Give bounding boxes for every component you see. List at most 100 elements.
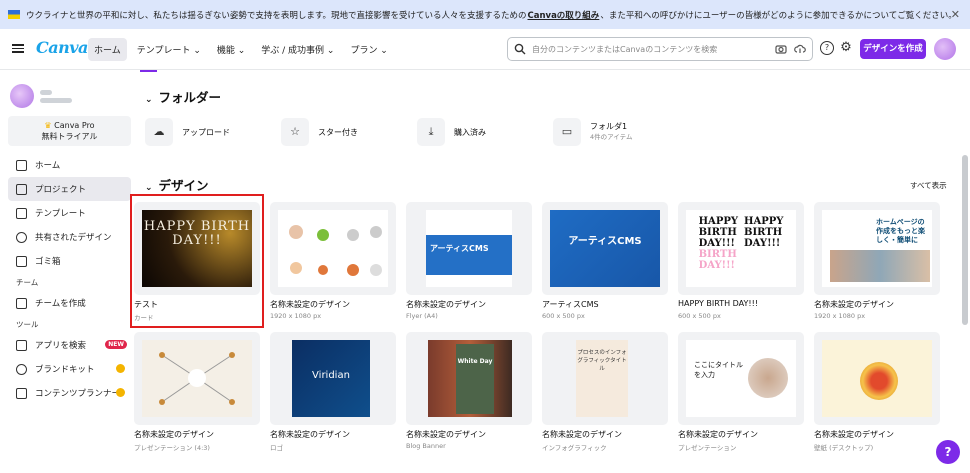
sidebar: ♛ Canva Pro 無料トライアル ホーム プロジェクト テンプレート 共有…: [0, 70, 140, 473]
see-all-link[interactable]: すべて表示: [910, 180, 947, 191]
design-type: 1920 x 1080 px: [270, 312, 322, 320]
folder-icon: [16, 183, 27, 195]
folder-label: 購入済み: [454, 127, 486, 137]
design-type: 壁紙 (デスクトップ): [814, 444, 874, 452]
template-icon: [16, 207, 27, 219]
search-icon: [514, 43, 526, 55]
active-tab-indicator: [140, 70, 157, 72]
folder-count: 4件のアイテム: [590, 133, 633, 141]
banner-close-icon[interactable]: ✕: [951, 8, 960, 21]
design-thumbnail: アーティスCMS: [542, 202, 668, 295]
canva-logo[interactable]: Canva: [36, 38, 88, 57]
design-type: Blog Banner: [406, 442, 446, 450]
download-icon: ⤓: [417, 118, 445, 146]
settings-icon[interactable]: ⚙: [839, 41, 853, 55]
folder-label: フォルダ1: [590, 122, 628, 131]
pro-trial-button[interactable]: ♛ Canva Pro 無料トライアル: [8, 116, 131, 146]
design-title: 名称未設定のデザイン: [542, 430, 622, 439]
sidebar-item-label: 共有されたデザイン: [35, 233, 112, 243]
sidebar-item-label: コンテンツプランナー: [35, 389, 121, 399]
tools-section-label: ツール: [16, 320, 39, 329]
people-icon: [16, 231, 27, 243]
sidebar-item-shared[interactable]: 共有されたデザイン: [8, 225, 131, 249]
chevron-down-icon: ⌄: [145, 183, 153, 193]
design-title: 名称未設定のデザイン: [814, 300, 894, 309]
brand-kit-icon: [16, 363, 27, 375]
top-bar: Canva ホーム テンプレート ⌄ 機能 ⌄ 学ぶ / 成功事例 ⌄ プラン …: [0, 29, 970, 70]
sidebar-item-label: チームを作成: [35, 299, 86, 309]
design-title: HAPPY BIRTH DAY!!!: [678, 299, 759, 308]
thumb-text: プロセスのインフォグラフィックタイトル: [576, 340, 628, 417]
nav-features[interactable]: 機能 ⌄: [211, 38, 251, 61]
avatar[interactable]: [934, 38, 956, 60]
crown-icon: [116, 364, 125, 373]
design-type: プレゼンテーション (4:3): [134, 444, 210, 452]
camera-icon[interactable]: [775, 43, 787, 55]
thumb-text: White Day: [456, 344, 494, 414]
sidebar-item-brand-kit[interactable]: ブランドキット: [8, 357, 131, 381]
account-switcher[interactable]: [10, 84, 72, 108]
banner-text-before: ウクライナと世界の平和に対し、私たちは揺るぎない姿勢で支持を表明します。現地で直…: [26, 10, 527, 21]
folder-purchased[interactable]: ⤓ 購入済み: [417, 116, 553, 148]
thumb-text: アーティスCMS: [550, 210, 660, 287]
sidebar-item-label: プロジェクト: [35, 185, 87, 195]
design-title: 名称未設定のデザイン: [134, 430, 214, 439]
sidebar-item-label: テンプレート: [35, 209, 86, 219]
help-fab-button[interactable]: ?: [936, 440, 960, 464]
designs-heading[interactable]: ⌄ デザイン: [145, 175, 209, 194]
design-type: プレゼンテーション: [678, 444, 737, 452]
design-type: カード: [134, 314, 154, 322]
design-thumbnail: ホームページの作成をもっと楽しく・簡単に: [814, 202, 940, 295]
design-type: Flyer (A4): [406, 312, 438, 320]
thumb-text: Viridian: [292, 340, 370, 417]
pizza-thumbnail: [822, 340, 932, 417]
team-icon: [16, 297, 27, 309]
design-thumbnail: ここにタイトルを入力: [678, 332, 804, 425]
design-type: ロゴ: [270, 444, 283, 452]
star-icon: ☆: [281, 118, 309, 146]
sidebar-item-trash[interactable]: ゴミ箱: [8, 249, 131, 273]
sidebar-item-projects[interactable]: プロジェクト: [8, 177, 131, 201]
folder-uploads[interactable]: ☁ アップロード: [145, 116, 281, 148]
design-thumbnail: HAPPY BIRTH DAY!!!: [134, 202, 260, 295]
search-input[interactable]: 自分のコンテンツまたはCanvaのコンテンツを検索: [532, 44, 717, 55]
upload-cloud-icon[interactable]: [794, 43, 806, 55]
folders-heading[interactable]: ⌄ フォルダー: [145, 87, 221, 106]
home-icon: [16, 159, 27, 171]
folder-folder1[interactable]: ▭ フォルダ1 4件のアイテム: [553, 116, 689, 148]
nav-home[interactable]: ホーム: [88, 38, 127, 61]
crown-icon: ♛: [44, 121, 52, 130]
create-design-button[interactable]: デザインを作成: [860, 39, 926, 59]
sidebar-item-apps[interactable]: アプリを検索 NEW: [8, 333, 131, 357]
thumb-text: HAPPY BIRTH DAY!!!: [142, 210, 252, 287]
mind-map-thumbnail: [142, 340, 252, 417]
scrollbar[interactable]: [962, 155, 968, 325]
sidebar-menu: ホーム プロジェクト テンプレート 共有されたデザイン ゴミ箱 チーム チームを…: [8, 153, 131, 405]
menu-icon[interactable]: [12, 42, 24, 54]
folder-icon: ▭: [553, 118, 581, 146]
help-icon[interactable]: ?: [820, 41, 834, 55]
nav-plans[interactable]: プラン ⌄: [344, 38, 393, 61]
design-thumbnail: HAPPY BIRTH DAY!!! BIRTH DAY!!! HAPPY BIRTH DAY…: [678, 202, 804, 295]
sidebar-item-home[interactable]: ホーム: [8, 153, 131, 177]
design-thumbnail: White Day: [406, 332, 532, 425]
sidebar-item-templates[interactable]: テンプレート: [8, 201, 131, 225]
design-title: テスト: [134, 300, 158, 309]
person-photo: [748, 358, 788, 398]
nav-templates[interactable]: テンプレート ⌄: [131, 38, 207, 61]
nav-learn[interactable]: 学ぶ / 成功事例 ⌄: [255, 38, 340, 61]
banner-text-after: 、また平和への呼びかけにユーザーの皆様がどのように参加できるかについてご覧くださ…: [600, 10, 957, 21]
folder-starred[interactable]: ☆ スター付き: [281, 116, 417, 148]
design-title: 名称未設定のデザイン: [678, 430, 758, 439]
sidebar-item-content-planner[interactable]: コンテンツプランナー: [8, 381, 131, 405]
main-nav: ホーム テンプレート ⌄ 機能 ⌄ 学ぶ / 成功事例 ⌄ プラン ⌄: [88, 38, 394, 61]
search-box[interactable]: 自分のコンテンツまたはCanvaのコンテンツを検索: [507, 37, 813, 61]
sidebar-item-label: ゴミ箱: [35, 257, 61, 267]
trial-label: 無料トライアル: [41, 132, 98, 141]
sidebar-item-create-team[interactable]: チームを作成: [8, 291, 131, 315]
upload-icon: ☁: [145, 118, 173, 146]
folder-label: アップロード: [182, 127, 230, 137]
design-thumbnail: アーティスCMS: [406, 202, 532, 295]
banner-link[interactable]: Canvaの取り組み: [528, 9, 600, 21]
announcement-banner: ウクライナと世界の平和に対し、私たちは揺るぎない姿勢で支持を表明します。現地で直…: [0, 0, 970, 29]
